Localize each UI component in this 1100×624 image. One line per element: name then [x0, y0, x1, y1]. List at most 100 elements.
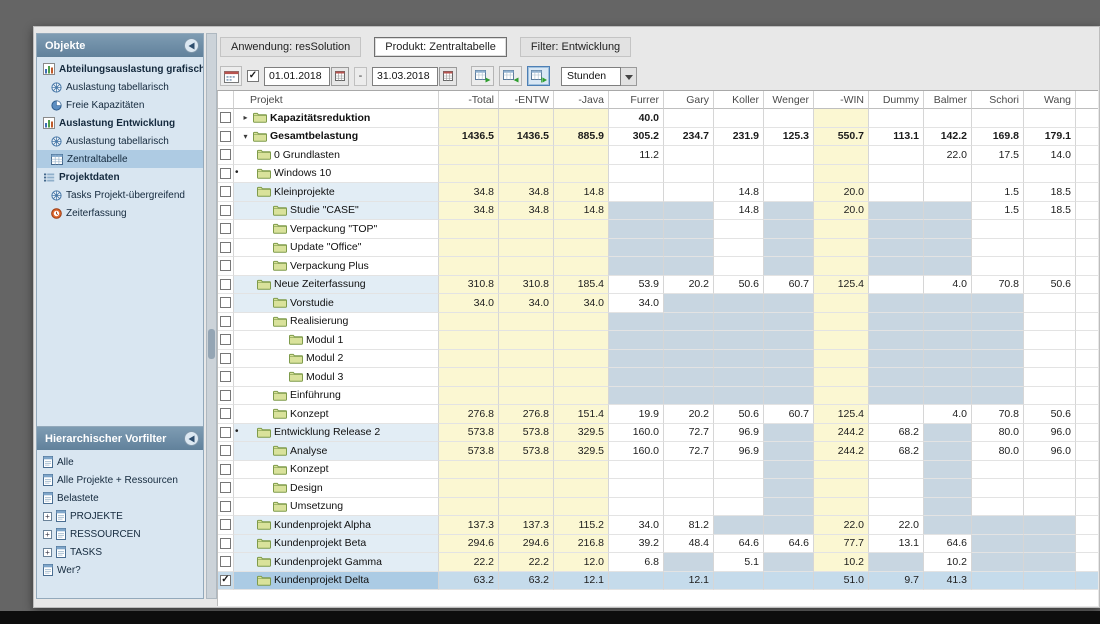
value-cell[interactable]: 294.6 — [499, 534, 554, 553]
row-checkbox[interactable] — [220, 167, 231, 179]
value-cell[interactable]: 20.2 — [664, 275, 714, 294]
project-cell[interactable]: Realisierung — [234, 312, 439, 331]
value-cell[interactable]: 276.8 — [499, 405, 554, 424]
project-cell[interactable]: Verpackung Plus — [234, 257, 439, 276]
value-cell[interactable]: 70.8 — [972, 405, 1024, 424]
value-cell[interactable] — [924, 442, 972, 461]
value-cell[interactable] — [1024, 368, 1076, 387]
value-cell[interactable] — [972, 349, 1024, 368]
value-cell[interactable] — [764, 312, 814, 331]
value-cell[interactable] — [439, 238, 499, 257]
value-cell[interactable] — [499, 460, 554, 479]
value-cell[interactable] — [554, 257, 609, 276]
row-checkbox[interactable] — [220, 482, 231, 494]
value-cell[interactable] — [499, 164, 554, 183]
value-cell[interactable]: 18.5 — [1024, 183, 1076, 202]
value-cell[interactable] — [869, 164, 924, 183]
column-header-furrer[interactable]: Furrer — [609, 91, 664, 109]
project-cell[interactable]: Konzept — [234, 405, 439, 424]
value-cell[interactable] — [764, 331, 814, 350]
value-cell[interactable]: 39.2 — [609, 534, 664, 553]
value-cell[interactable] — [499, 109, 554, 128]
column-header-gary[interactable]: Gary — [664, 91, 714, 109]
value-cell[interactable]: 125.4 — [814, 275, 869, 294]
value-cell[interactable]: 53.9 — [609, 275, 664, 294]
value-cell[interactable] — [869, 405, 924, 424]
value-cell[interactable] — [499, 238, 554, 257]
value-cell[interactable] — [499, 386, 554, 405]
value-cell[interactable] — [764, 238, 814, 257]
value-cell[interactable]: 1.5 — [972, 201, 1024, 220]
value-cell[interactable]: 231.9 — [714, 127, 764, 146]
value-cell[interactable] — [609, 331, 664, 350]
value-cell[interactable]: 48.4 — [664, 534, 714, 553]
value-cell[interactable] — [554, 386, 609, 405]
value-cell[interactable] — [869, 553, 924, 572]
value-cell[interactable]: 22.0 — [924, 146, 972, 165]
value-cell[interactable] — [1024, 294, 1076, 313]
project-cell[interactable]: Analyse — [234, 442, 439, 461]
value-cell[interactable] — [439, 386, 499, 405]
value-cell[interactable] — [609, 257, 664, 276]
expand-plus-icon[interactable]: + — [43, 529, 52, 539]
value-cell[interactable]: 63.2 — [499, 571, 554, 590]
table-row[interactable]: Verpackung Plus — [218, 257, 1098, 276]
row-checkbox[interactable] — [220, 130, 231, 142]
table-row[interactable]: Analyse 573.8 573.8 329.5 160.0 72.7 96.9 244.2… — [218, 442, 1098, 461]
value-cell[interactable] — [764, 164, 814, 183]
project-cell[interactable]: Kundenprojekt Gamma — [234, 553, 439, 572]
column-header-projekt[interactable]: Projekt — [234, 91, 439, 109]
value-cell[interactable] — [869, 386, 924, 405]
value-cell[interactable]: 12.1 — [664, 571, 714, 590]
sidebar-item[interactable]: Auslastung tabellarisch — [37, 78, 203, 96]
value-cell[interactable] — [814, 497, 869, 516]
dropdown-arrow-icon[interactable] — [621, 66, 637, 86]
value-cell[interactable] — [764, 553, 814, 572]
value-cell[interactable] — [664, 164, 714, 183]
date-to-picker-button[interactable] — [439, 66, 457, 86]
value-cell[interactable]: 96.0 — [1024, 423, 1076, 442]
value-cell[interactable]: 276.8 — [439, 405, 499, 424]
value-cell[interactable]: 573.8 — [499, 442, 554, 461]
value-cell[interactable] — [439, 497, 499, 516]
value-cell[interactable] — [1024, 479, 1076, 498]
table-row[interactable]: Studie "CASE" 34.8 34.8 14.8 14.8 20.0 1.5 18.5 — [218, 201, 1098, 220]
value-cell[interactable] — [664, 553, 714, 572]
value-cell[interactable]: 34.8 — [439, 183, 499, 202]
value-cell[interactable] — [439, 331, 499, 350]
value-cell[interactable] — [814, 220, 869, 239]
project-cell[interactable]: Kundenprojekt Alpha — [234, 516, 439, 535]
sidebar-item[interactable]: Alle — [37, 453, 203, 471]
value-cell[interactable] — [714, 312, 764, 331]
value-cell[interactable] — [869, 275, 924, 294]
value-cell[interactable]: 72.7 — [664, 442, 714, 461]
project-cell[interactable]: Update "Office" — [234, 238, 439, 257]
value-cell[interactable]: 22.0 — [869, 516, 924, 535]
value-cell[interactable]: 72.7 — [664, 423, 714, 442]
column-header-total[interactable]: -Total — [439, 91, 499, 109]
value-cell[interactable] — [714, 238, 764, 257]
value-cell[interactable]: 151.4 — [554, 405, 609, 424]
value-cell[interactable] — [554, 479, 609, 498]
project-cell[interactable]: Design — [234, 479, 439, 498]
value-cell[interactable]: 34.0 — [554, 294, 609, 313]
refresh-table-button[interactable] — [527, 66, 550, 86]
value-cell[interactable] — [499, 479, 554, 498]
table-row[interactable]: Kundenprojekt Gamma 22.2 22.2 12.0 6.8 5.1 10.… — [218, 553, 1098, 572]
value-cell[interactable] — [664, 183, 714, 202]
value-cell[interactable] — [1024, 571, 1076, 590]
value-cell[interactable]: 14.8 — [554, 201, 609, 220]
value-cell[interactable]: 19.9 — [609, 405, 664, 424]
value-cell[interactable] — [664, 294, 714, 313]
value-cell[interactable]: 137.3 — [499, 516, 554, 535]
value-cell[interactable] — [814, 386, 869, 405]
project-cell[interactable]: Verpackung "TOP" — [234, 220, 439, 239]
value-cell[interactable] — [664, 460, 714, 479]
value-cell[interactable] — [869, 294, 924, 313]
value-cell[interactable]: 64.6 — [764, 534, 814, 553]
value-cell[interactable] — [439, 349, 499, 368]
value-cell[interactable] — [869, 479, 924, 498]
value-cell[interactable] — [499, 312, 554, 331]
value-cell[interactable]: 80.0 — [972, 423, 1024, 442]
value-cell[interactable] — [554, 238, 609, 257]
